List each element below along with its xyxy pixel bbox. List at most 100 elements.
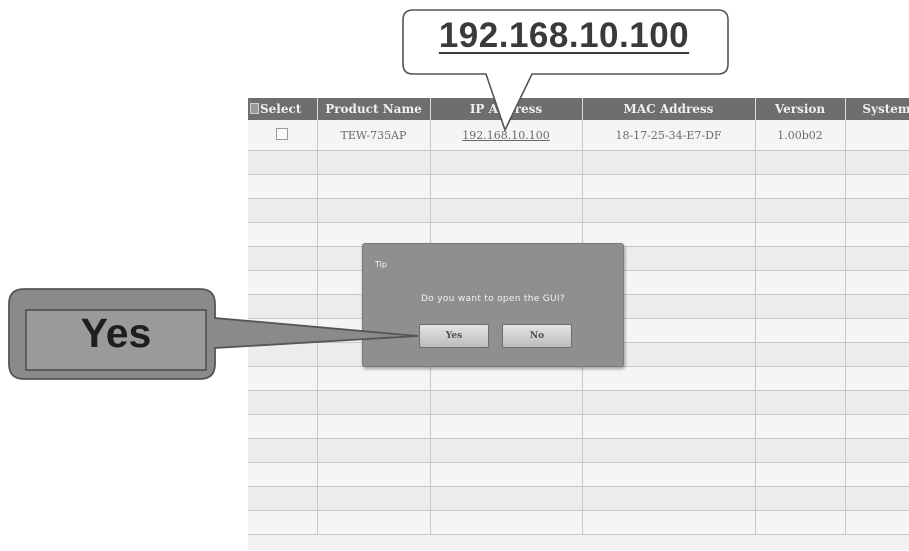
table-cell [248,198,318,223]
table-cell [755,510,846,535]
table-cell [430,486,583,511]
table-cell [582,510,756,535]
table-cell [582,174,756,199]
table-cell [248,414,318,439]
table-cell [248,462,318,487]
table-cell [755,294,846,319]
table-cell [248,294,318,319]
table-cell [430,414,583,439]
table-cell [755,462,846,487]
table-row[interactable] [248,462,909,487]
table-cell [845,198,909,223]
table-cell [582,414,756,439]
table-cell [845,174,909,199]
table-cell [755,270,846,295]
table-cell [248,174,318,199]
table-row[interactable]: TEW-735AP 192.168.10.100 18-17-25-34-E7-… [248,120,909,151]
table-cell [317,462,431,487]
table-cell [430,174,583,199]
table-cell [755,174,846,199]
select-all-checkbox[interactable] [250,103,259,114]
table-cell [845,246,909,271]
column-header-ip-address[interactable]: IP Address [430,98,583,120]
table-cell [755,246,846,271]
table-cell [845,270,909,295]
table-cell [582,366,756,391]
table-cell [845,510,909,535]
table-cell [430,150,583,175]
table-cell [430,390,583,415]
table-cell [317,390,431,415]
table-cell [755,198,846,223]
table-row[interactable] [248,486,909,511]
table-cell [430,366,583,391]
yes-button[interactable]: Yes [419,324,489,348]
table-row[interactable] [248,150,909,175]
ip-address-link[interactable]: 192.168.10.100 [462,129,549,142]
table-cell [317,198,431,223]
table-cell [582,486,756,511]
table-row[interactable] [248,438,909,463]
row-select-cell[interactable] [248,120,318,151]
ip-address-cell[interactable]: 192.168.10.100 [430,120,583,151]
table-cell [317,486,431,511]
system-cell [845,120,909,151]
yes-callout-label: Yes [80,310,152,356]
table-cell [582,462,756,487]
dialog-title: Tip [375,260,387,269]
table-cell [317,414,431,439]
table-cell [845,222,909,247]
table-row[interactable] [248,414,909,439]
mac-address-cell: 18-17-25-34-E7-DF [582,120,756,151]
dialog-message: Do you want to open the GUI? [421,294,565,304]
table-row[interactable] [248,174,909,199]
table-cell [248,438,318,463]
table-cell [248,486,318,511]
table-row[interactable] [248,510,909,535]
table-cell [582,390,756,415]
table-cell [317,438,431,463]
table-cell [845,462,909,487]
ip-callout-label: 192.168.10.100 [438,16,690,55]
table-row[interactable] [248,198,909,223]
table-cell [755,366,846,391]
table-cell [845,342,909,367]
table-cell [755,318,846,343]
table-cell [845,294,909,319]
table-cell [845,390,909,415]
table-cell [845,438,909,463]
table-cell [845,486,909,511]
table-cell [248,246,318,271]
column-header-product-name[interactable]: Product Name [317,98,431,120]
table-cell [755,486,846,511]
column-header-version[interactable]: Version [755,98,846,120]
table-cell [582,438,756,463]
table-cell [845,150,909,175]
table-cell [317,150,431,175]
table-row[interactable] [248,366,909,391]
tip-dialog: Tip Do you want to open the GUI? Yes No [362,243,624,367]
table-cell [755,438,846,463]
version-cell: 1.00b02 [755,120,846,151]
table-cell [755,150,846,175]
table-cell [582,198,756,223]
table-row[interactable] [248,390,909,415]
row-checkbox[interactable] [276,127,289,140]
no-button[interactable]: No [502,324,572,348]
product-name-cell: TEW-735AP [317,120,431,151]
table-cell [248,390,318,415]
column-header-system[interactable]: System [845,98,909,120]
table-cell [845,318,909,343]
table-cell [248,366,318,391]
table-cell [248,342,318,367]
table-cell [582,150,756,175]
table-cell [755,222,846,247]
table-cell [248,270,318,295]
screenshot-stage: Select Product Name IP Address MAC Addre… [0,0,909,551]
column-header-mac-address[interactable]: MAC Address [582,98,756,120]
column-header-select[interactable]: Select [248,98,318,120]
table-cell [430,198,583,223]
table-cell [755,414,846,439]
table-cell [248,318,318,343]
table-cell [755,342,846,367]
